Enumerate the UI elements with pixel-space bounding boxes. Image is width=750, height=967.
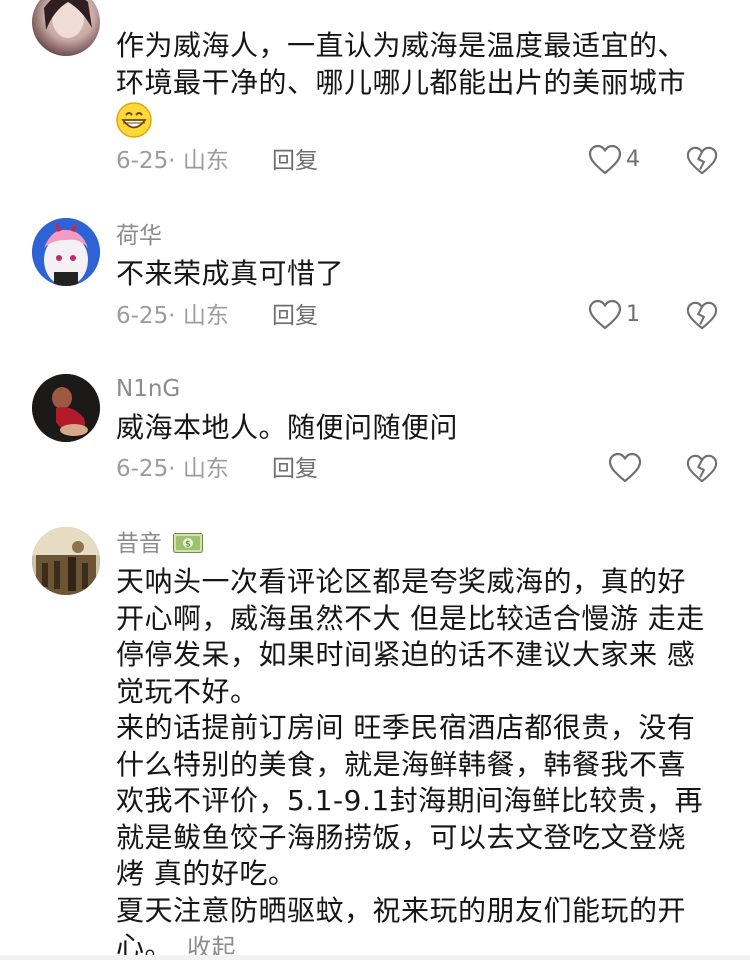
date-location: 6-25· 山东: [116, 148, 229, 174]
comment-text: 不来荣成真可惜了: [116, 256, 726, 293]
broken-heart-icon: [686, 454, 718, 483]
comment-line: 威海本地人。随便问随便问: [116, 411, 459, 444]
comment-line: 环境最干净的、哪儿哪儿都能出片的美丽城市: [116, 65, 687, 99]
avatar[interactable]: [32, 527, 100, 595]
comment-line: 开心啊，威海虽然不大 但是比较适合慢游 走走: [116, 601, 705, 635]
avatar[interactable]: [32, 0, 100, 56]
emoji-line: [116, 101, 726, 138]
like-count: 1: [626, 302, 640, 327]
dislike-button[interactable]: [686, 453, 718, 485]
comment-meta: 6-25· 山东 回复: [116, 147, 318, 175]
grinning-face-emoji-icon: [116, 102, 152, 138]
comment-last-line: 心。 收起: [116, 929, 726, 967]
dislike-button[interactable]: [686, 300, 718, 332]
comment-text: 作为威海人，一直认为威海是温度最适宜的、 环境最干净的、哪儿哪儿都能出片的美丽城…: [116, 28, 726, 138]
like-count: 4: [626, 147, 640, 172]
broken-heart-icon: [686, 301, 718, 330]
heart-icon: [588, 299, 622, 330]
broken-heart-icon: [686, 146, 718, 175]
username[interactable]: 昔音 $: [116, 530, 204, 558]
like-button[interactable]: 1: [588, 299, 658, 333]
comment-line: 欢我不评价，5.1-9.1封海期间海鲜比较贵，再: [116, 784, 704, 817]
username[interactable]: 荷华: [116, 222, 162, 250]
comment-line: 天呐头一次看评论区都是夸奖威海的，真的好: [116, 565, 687, 598]
heart-icon: [588, 144, 622, 175]
reply-button[interactable]: 回复: [272, 302, 318, 330]
comment-line: 夏天注意防晒驱蚊，祝来玩的朋友们能玩的开: [116, 893, 687, 927]
dislike-button[interactable]: [686, 145, 718, 177]
like-button[interactable]: 4: [588, 144, 658, 178]
comment-line: 烤 真的好吃。: [116, 857, 297, 890]
bottom-divider: [0, 955, 750, 960]
avatar[interactable]: [32, 218, 100, 286]
date-location: 6-25· 山东: [116, 303, 229, 329]
comment-text: 天呐头一次看评论区都是夸奖威海的，真的好 开心啊，威海虽然不大 但是比较适合慢游…: [116, 564, 726, 967]
svg-text:$: $: [185, 539, 191, 549]
username-text: 昔音: [116, 531, 162, 557]
comment-meta: 6-25· 山东 回复: [116, 302, 318, 330]
comment-text: 威海本地人。随便问随便问: [116, 410, 726, 447]
heart-icon: [608, 452, 642, 483]
reply-button[interactable]: 回复: [272, 147, 318, 175]
reply-button[interactable]: 回复: [272, 455, 318, 483]
comment-line: 觉玩不好。: [116, 674, 259, 708]
comment-meta: 6-25· 山东 回复: [116, 455, 318, 483]
like-button[interactable]: [608, 452, 678, 486]
comment-line: 作为威海人，一直认为威海是温度最适宜的、: [116, 29, 687, 62]
avatar[interactable]: [32, 374, 100, 442]
comment-line: 就是鲅鱼饺子海肠捞饭，可以去文登吃文登烧: [116, 820, 687, 854]
date-location: 6-25· 山东: [116, 456, 229, 482]
comment-line: 停停发呆，如果时间紧迫的话不建议大家来 感: [116, 638, 696, 671]
comment-line: 来的话提前订房间 旺季民宿酒店都很贵，没有: [116, 711, 696, 744]
comment-line: 不来荣成真可惜了: [116, 257, 345, 290]
comment-line: 什么特别的美食，就是海鲜韩餐，韩餐我不喜: [116, 747, 687, 781]
money-badge-icon: $: [173, 532, 204, 553]
username[interactable]: N1nG: [116, 375, 180, 403]
